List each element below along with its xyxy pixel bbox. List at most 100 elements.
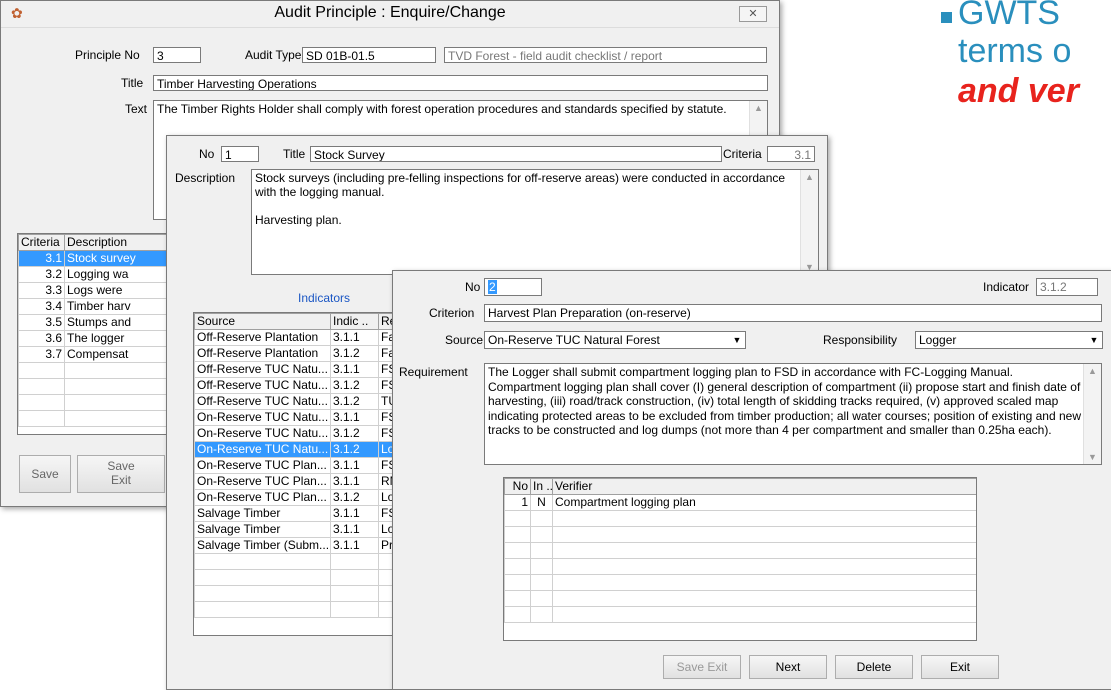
table-row[interactable]: Off-Reserve TUC Natu... 3.1.1 FS — [194, 361, 406, 378]
column-header-criteria[interactable]: Criteria — [18, 234, 65, 251]
table-row[interactable]: Off-Reserve TUC Natu... 3.1.2 TU — [194, 393, 406, 410]
table-row[interactable]: On-Reserve TUC Natu... 3.1.1 FS — [194, 409, 406, 426]
chevron-down-icon[interactable]: ▼ — [1086, 332, 1102, 348]
table-row[interactable]: 3.7 Compensat — [18, 346, 170, 363]
table-row[interactable]: Salvage Timber (Subm... 3.1.1 Pr — [194, 537, 406, 554]
scroll-up-icon[interactable]: ▲ — [801, 170, 818, 184]
criteria-grid[interactable]: Criteria Description 3.1 Stock survey 3.2 L… — [17, 233, 171, 435]
criteria-cell: 3.1 — [18, 250, 65, 267]
empty-row — [194, 553, 406, 570]
column-header-indicator[interactable]: Indic .. — [330, 313, 379, 330]
table-row[interactable]: 1 N Compartment logging plan — [504, 494, 976, 511]
column-header-verifier[interactable]: Verifier — [552, 478, 976, 495]
title-label: Title — [121, 76, 144, 90]
table-row[interactable]: On-Reserve TUC Natu... 3.1.2 Lo — [194, 441, 406, 458]
scroll-up-icon[interactable]: ▲ — [1084, 364, 1101, 378]
table-row[interactable]: Salvage Timber 3.1.1 FS — [194, 505, 406, 522]
source-cell: On-Reserve TUC Natu... — [194, 441, 331, 458]
no-field[interactable]: 2 — [484, 278, 542, 296]
empty-row — [18, 362, 170, 379]
description-cell: The logger — [64, 330, 170, 347]
empty-row — [504, 590, 976, 607]
grid-header-row: No In .. Verifier — [504, 478, 976, 495]
text-field-content: The Timber Rights Holder shall comply wi… — [157, 102, 727, 116]
column-header-in[interactable]: In .. — [530, 478, 553, 495]
indicator-window: No 2 Indicator 3.1.2 Criterion Harvest P… — [392, 270, 1111, 690]
description-scrollbar[interactable]: ▲ ▼ — [800, 170, 818, 274]
title-bar: ✿ Audit Principle : Enquire/Change ✕ — [1, 1, 779, 28]
source-cell: On-Reserve TUC Plan... — [194, 489, 331, 506]
audit-type-field[interactable]: SD 01B-01.5 — [302, 47, 436, 63]
requirement-field[interactable]: The Logger shall submit compartment logg… — [484, 363, 1102, 465]
save-exit-button[interactable]: Save Exit — [663, 655, 741, 679]
table-row[interactable]: On-Reserve TUC Plan... 3.1.2 Lo — [194, 489, 406, 506]
table-row[interactable]: On-Reserve TUC Natu... 3.1.2 FS — [194, 425, 406, 442]
no-field[interactable]: 1 — [221, 146, 259, 162]
chevron-down-icon[interactable]: ▼ — [729, 332, 745, 348]
save-button[interactable]: Save — [19, 455, 71, 493]
empty-row — [194, 601, 406, 618]
audit-type-description: TVD Forest - field audit checklist / rep… — [444, 47, 767, 63]
verifier-in-cell: N — [530, 494, 553, 511]
criterion-field[interactable]: Harvest Plan Preparation (on-reserve) — [484, 304, 1102, 322]
source-label: Source — [445, 333, 484, 347]
source-cell: On-Reserve TUC Plan... — [194, 457, 331, 474]
description-field[interactable]: Stock surveys (including pre-felling ins… — [251, 169, 819, 275]
empty-row — [18, 378, 170, 395]
scroll-up-icon[interactable]: ▲ — [750, 101, 767, 115]
title-field[interactable]: Timber Harvesting Operations — [153, 75, 768, 91]
column-header-no[interactable]: No — [504, 478, 531, 495]
table-row[interactable]: 3.3 Logs were — [18, 282, 170, 299]
table-row[interactable]: Off-Reserve Plantation 3.1.1 Fa — [194, 329, 406, 346]
verifier-grid[interactable]: No In .. Verifier 1 N Compartment logging … — [503, 477, 977, 641]
title-label: Title — [283, 147, 306, 161]
slide-bullet-marker — [941, 12, 952, 23]
column-header-description[interactable]: Description — [64, 234, 170, 251]
column-header-source[interactable]: Source — [194, 313, 331, 330]
table-row[interactable]: 3.6 The logger — [18, 330, 170, 347]
criterion-label: Criterion — [429, 306, 475, 320]
indicator-label: Indicator — [983, 280, 1030, 294]
responsibility-select[interactable]: Logger ▼ — [915, 331, 1103, 349]
requirement-scrollbar[interactable]: ▲ ▼ — [1083, 364, 1101, 464]
criteria-cell: 3.3 — [18, 282, 65, 299]
window-title: Audit Principle : Enquire/Change — [274, 4, 506, 21]
indicator-cell: 3.1.1 — [330, 521, 379, 538]
principle-no-field[interactable]: 3 — [153, 47, 201, 63]
source-select[interactable]: On-Reserve TUC Natural Forest ▼ — [484, 331, 746, 349]
table-row[interactable]: 3.1 Stock survey — [18, 250, 170, 267]
indicator-cell: 3.1.2 — [330, 489, 379, 506]
empty-row — [504, 542, 976, 559]
indicator-cell: 3.1.1 — [330, 473, 379, 490]
empty-row — [504, 558, 976, 575]
table-row[interactable]: 3.2 Logging wa — [18, 266, 170, 283]
exit-button[interactable]: Exit — [921, 655, 999, 679]
description-cell: Stumps and — [64, 314, 170, 331]
next-button[interactable]: Next — [749, 655, 827, 679]
slide-bullet-line3: and ver — [958, 72, 1079, 110]
criteria-cell: 3.4 — [18, 298, 65, 315]
table-row[interactable]: Off-Reserve Plantation 3.1.2 Fa — [194, 345, 406, 362]
indicators-grid[interactable]: Source Indic .. Re Off-Reserve Plantatio… — [193, 312, 407, 636]
title-field[interactable]: Stock Survey — [310, 146, 722, 162]
empty-row — [194, 569, 406, 586]
table-row[interactable]: On-Reserve TUC Plan... 3.1.1 RM — [194, 473, 406, 490]
empty-row — [504, 510, 976, 527]
source-cell: On-Reserve TUC Natu... — [194, 425, 331, 442]
indicator-field: 3.1.2 — [1036, 278, 1098, 296]
delete-button[interactable]: Delete — [835, 655, 913, 679]
table-row[interactable]: Salvage Timber 3.1.1 Lo — [194, 521, 406, 538]
close-button[interactable]: ✕ — [739, 6, 767, 22]
save-exit-button[interactable]: Save Exit — [77, 455, 165, 493]
table-row[interactable]: 3.4 Timber harv — [18, 298, 170, 315]
source-cell: Off-Reserve Plantation — [194, 345, 331, 362]
table-row[interactable]: Off-Reserve TUC Natu... 3.1.2 FS — [194, 377, 406, 394]
description-cell: Logs were — [64, 282, 170, 299]
scroll-down-icon[interactable]: ▼ — [1084, 450, 1101, 464]
table-row[interactable]: 3.5 Stumps and — [18, 314, 170, 331]
principle-no-label: Principle No — [75, 48, 140, 62]
table-row[interactable]: On-Reserve TUC Plan... 3.1.1 FS — [194, 457, 406, 474]
description-cell: Timber harv — [64, 298, 170, 315]
grid-header-row: Criteria Description — [18, 234, 170, 251]
indicator-cell: 3.1.1 — [330, 457, 379, 474]
